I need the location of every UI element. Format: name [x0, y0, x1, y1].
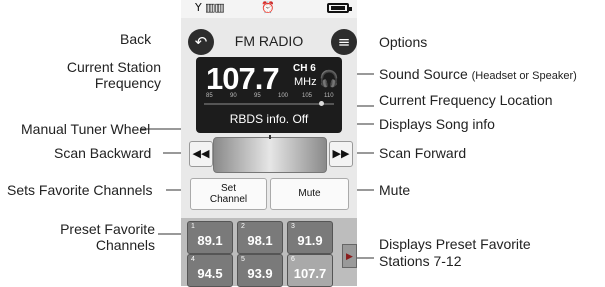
mute-button[interactable]: Mute: [270, 178, 349, 210]
preset-button-1[interactable]: 1 89.1: [187, 221, 233, 254]
callout-back: Back: [120, 31, 152, 47]
sound-source-button[interactable]: 🎧: [319, 69, 339, 89]
page-title: FM RADIO: [234, 33, 304, 49]
network-icon: ▥▥: [205, 1, 225, 14]
callout-current-freq-location: Current Frequency Location: [379, 92, 553, 108]
callout-current-station: Current Station: [66, 59, 161, 75]
tuner-marker: [269, 135, 271, 139]
scan-backward-button[interactable]: ◀◀: [189, 141, 213, 167]
preset-frequency: 107.7: [293, 266, 327, 281]
back-arrow-icon: ↶: [194, 33, 208, 51]
action-buttons: Set Channel Mute: [190, 178, 349, 210]
unit-label: MHz: [294, 76, 317, 88]
callout-sets-favorite: Sets Favorite Channels: [7, 182, 153, 198]
preset-number: 6: [291, 256, 295, 263]
set-channel-label-2: Channel: [209, 194, 248, 205]
headset-icon: 🎧: [319, 71, 339, 88]
scale-tick: 95: [254, 93, 261, 99]
channel-label: CH 6: [293, 63, 316, 74]
options-button[interactable]: ≡: [331, 29, 357, 55]
preset-number: 4: [191, 256, 195, 263]
options-menu-icon: ≡: [337, 33, 351, 51]
alarm-icon: ⏰: [261, 1, 275, 14]
callout-displays-preset-1: Displays Preset Favorite: [379, 236, 531, 252]
scan-forward-button[interactable]: ▶▶: [329, 141, 353, 167]
callout-mute: Mute: [379, 182, 411, 198]
callout-displays-song: Displays Song info: [379, 116, 495, 132]
frequency-scale: 85 90 95 100 105 110: [204, 93, 334, 107]
callout-scan-forward: Scan Forward: [379, 145, 467, 161]
callout-sound-source: Sound Source (Headset or Speaker): [379, 66, 577, 84]
preset-button-2[interactable]: 2 98.1: [237, 221, 283, 254]
scale-tick: 110: [324, 93, 334, 99]
callout-displays-preset-2: Stations 7-12: [379, 253, 462, 269]
preset-number: 1: [191, 223, 195, 230]
frequency-display: 107.7 CH 6 MHz 🎧 85 90 95 100 105 110 RB…: [196, 57, 342, 133]
scale-tick: 85: [206, 93, 213, 99]
preset-button-4[interactable]: 4 94.5: [187, 254, 233, 287]
current-frequency: 107.7: [206, 61, 280, 96]
status-bar: Y ▥▥ ⏰: [181, 0, 357, 18]
next-presets-button[interactable]: ▶: [342, 244, 357, 268]
title-bar: ↶ FM RADIO ≡: [181, 24, 357, 58]
callout-manual-tuner: Manual Tuner Wheel: [21, 121, 151, 137]
callout-sound-source-note: (Headset or Speaker): [471, 70, 577, 82]
preset-button-6[interactable]: 6 107.7: [287, 254, 333, 287]
scale-tick: 100: [278, 93, 289, 99]
callout-sound-source-label: Sound Source: [379, 66, 468, 82]
callout-frequency: Frequency: [94, 75, 161, 91]
preset-frequency: 93.9: [247, 266, 273, 281]
rbds-info: RBDS info. Off: [229, 112, 309, 126]
preset-frequency: 91.9: [297, 233, 323, 248]
callout-scan-backward: Scan Backward: [54, 145, 152, 161]
preset-frequency: 89.1: [197, 233, 223, 248]
preset-button-5[interactable]: 5 93.9: [237, 254, 283, 287]
scale-bar: [204, 103, 334, 105]
manual-tuner-wheel[interactable]: [213, 135, 327, 173]
phone-screen: Y ▥▥ ⏰ ↶ FM RADIO ≡ 107.7 CH 6 MHz 🎧 85 …: [181, 0, 357, 287]
callout-channels: Channels: [95, 237, 155, 253]
callout-preset-favorite: Preset Favorite: [60, 221, 155, 237]
preset-button-3[interactable]: 3 91.9: [287, 221, 333, 254]
preset-number: 2: [241, 223, 245, 230]
scale-tick: 90: [230, 93, 237, 99]
preset-panel: 1 89.1 2 98.1 3 91.9 4 94.5 5 93.9 6 107…: [181, 218, 357, 287]
frequency-location-marker: [319, 101, 324, 106]
signal-icon: Y: [195, 1, 202, 14]
callout-options: Options: [379, 34, 428, 50]
battery-icon: [327, 3, 352, 13]
preset-frequency: 98.1: [247, 233, 273, 248]
scale-tick: 105: [302, 93, 313, 99]
set-channel-button[interactable]: Set Channel: [190, 178, 267, 210]
back-button[interactable]: ↶: [188, 29, 214, 55]
set-channel-label-1: Set: [220, 183, 236, 194]
preset-number: 3: [291, 223, 295, 230]
preset-frequency: 94.5: [197, 266, 223, 281]
preset-number: 5: [241, 256, 245, 263]
